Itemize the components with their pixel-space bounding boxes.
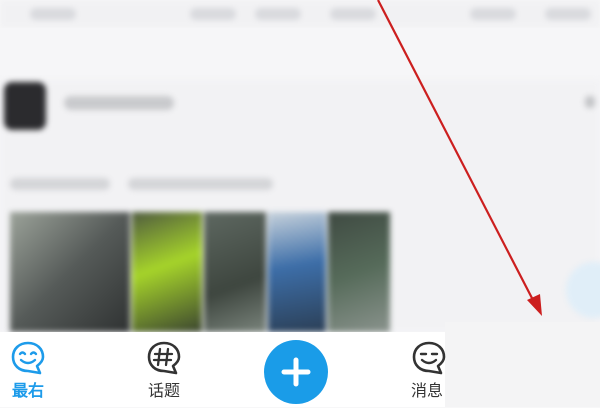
- post-photo[interactable]: [10, 212, 130, 332]
- post-text: [128, 178, 273, 190]
- post-photo[interactable]: [204, 212, 266, 332]
- top-tab-bar: [0, 0, 600, 28]
- plus-icon: [281, 357, 311, 387]
- hashtag-bubble-icon: [147, 341, 181, 375]
- top-tab[interactable]: [330, 8, 376, 20]
- top-tab[interactable]: [255, 8, 301, 20]
- smile-face-icon: [11, 341, 45, 375]
- nav-item-topic[interactable]: 话题: [136, 332, 192, 407]
- post-username[interactable]: [64, 96, 174, 110]
- post-photo[interactable]: [328, 212, 390, 332]
- post-photos: [10, 212, 390, 332]
- more-icon[interactable]: [585, 96, 595, 108]
- nav-item-messages[interactable]: 消息: [405, 332, 453, 407]
- post-photo[interactable]: [268, 212, 326, 332]
- nav-label-home: 最右: [11, 381, 44, 400]
- bottom-right-area: [445, 322, 600, 407]
- top-tab[interactable]: [545, 8, 591, 20]
- bottom-nav-bar: 最右 话题 消息: [0, 332, 446, 407]
- nav-label-messages: 消息: [411, 382, 444, 400]
- top-tab[interactable]: [30, 8, 76, 20]
- top-tab[interactable]: [470, 8, 516, 20]
- nav-item-home[interactable]: 最右: [0, 332, 56, 407]
- post-photo[interactable]: [132, 212, 202, 332]
- add-post-button[interactable]: [264, 340, 328, 404]
- top-tab[interactable]: [190, 8, 236, 20]
- nav-label-topic: 话题: [147, 381, 180, 400]
- avatar[interactable]: [4, 82, 46, 130]
- post-text: [10, 178, 110, 190]
- message-face-icon: [412, 341, 446, 375]
